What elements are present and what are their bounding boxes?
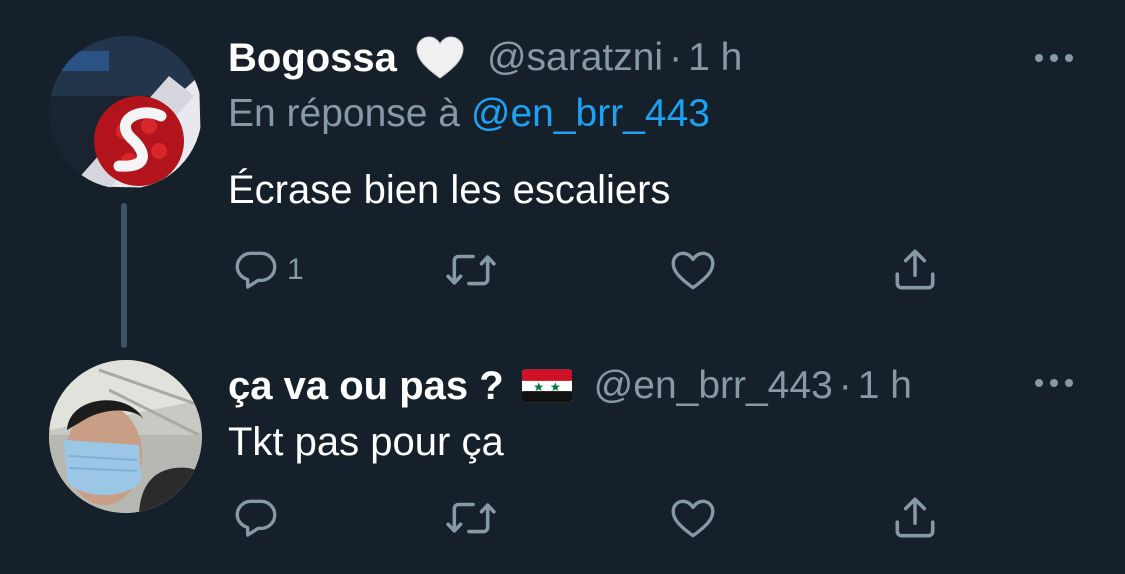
more-options-icon[interactable] bbox=[1035, 54, 1073, 62]
heart-icon bbox=[671, 499, 715, 538]
avatar[interactable] bbox=[49, 36, 202, 189]
display-name[interactable]: Bogossa bbox=[228, 36, 397, 81]
reply-button[interactable]: 1 bbox=[231, 240, 304, 300]
tweet-text: Tkt pas pour ça bbox=[228, 420, 504, 464]
retweet-button[interactable] bbox=[443, 488, 499, 548]
reply-prefix: En réponse à bbox=[228, 92, 461, 135]
white-heart-icon bbox=[415, 36, 465, 80]
reply-count: 1 bbox=[287, 253, 304, 286]
share-icon bbox=[895, 249, 935, 290]
share-button[interactable] bbox=[890, 240, 940, 300]
share-button[interactable] bbox=[890, 488, 940, 548]
reply-icon bbox=[235, 251, 277, 289]
tweet-header: Bogossa @saratzni · 1 h bbox=[228, 34, 742, 82]
tweet-header: ça va ou pas ? @en_brr_443 · 1 h bbox=[228, 362, 912, 410]
user-handle[interactable]: @en_brr_443 bbox=[594, 364, 833, 408]
tweet[interactable]: Bogossa @saratzni · 1 h En réponse à @en… bbox=[0, 0, 1125, 350]
timestamp[interactable]: 1 h bbox=[688, 36, 742, 80]
heart-icon bbox=[671, 251, 715, 290]
separator-dot: · bbox=[669, 36, 683, 79]
retweet-icon bbox=[446, 502, 496, 534]
more-options-icon[interactable] bbox=[1035, 379, 1073, 387]
tweet-actions: 1 bbox=[0, 240, 1125, 300]
reply-mention-link[interactable]: @en_brr_443 bbox=[471, 92, 710, 135]
like-button[interactable] bbox=[668, 488, 718, 548]
tweet-actions bbox=[0, 488, 1125, 548]
reply-context: En réponse à @en_brr_443 bbox=[228, 92, 710, 136]
reply-icon bbox=[235, 499, 277, 537]
avatar-image bbox=[49, 36, 202, 189]
syria-flag-icon bbox=[521, 369, 572, 403]
retweet-button[interactable] bbox=[443, 240, 499, 300]
timestamp[interactable]: 1 h bbox=[858, 364, 912, 408]
display-name[interactable]: ça va ou pas ? bbox=[228, 364, 504, 409]
user-handle[interactable]: @saratzni bbox=[487, 36, 663, 80]
like-button[interactable] bbox=[668, 240, 718, 300]
separator-dot: · bbox=[838, 364, 852, 407]
tweet-text: Écrase bien les escaliers bbox=[228, 168, 671, 212]
share-icon bbox=[895, 497, 935, 538]
retweet-icon bbox=[446, 254, 496, 286]
reply-button[interactable] bbox=[231, 488, 281, 548]
